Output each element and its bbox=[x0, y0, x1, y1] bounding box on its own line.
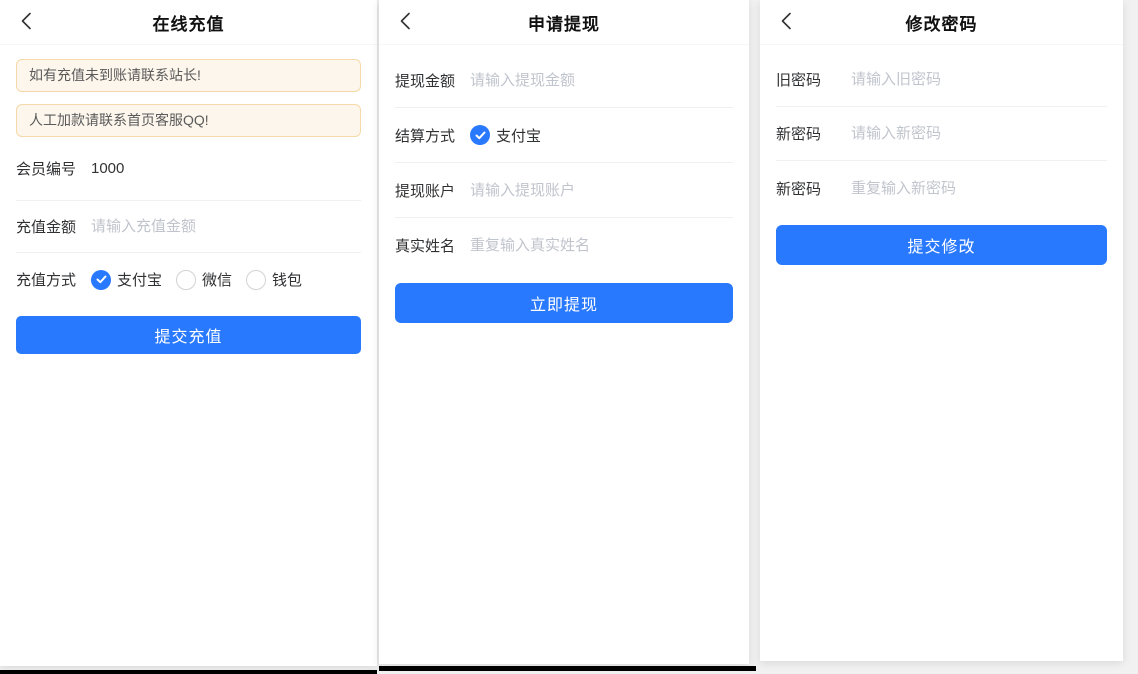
real-name-row: 真实姓名 bbox=[395, 218, 733, 273]
recharge-amount-row: 充值金额 bbox=[16, 201, 361, 253]
radio-alipay[interactable]: 支付宝 bbox=[470, 125, 541, 146]
old-password-input[interactable] bbox=[851, 68, 1107, 92]
notice-banner: 人工加款请联系首页客服QQ! bbox=[16, 104, 361, 137]
panel-recharge: 在线充值 如有充值未到账请联系站长! 人工加款请联系首页客服QQ! 会员编号 1… bbox=[0, 0, 377, 666]
page-title: 在线充值 bbox=[153, 10, 225, 35]
submit-withdraw-button[interactable]: 立即提现 bbox=[395, 283, 733, 323]
withdraw-form: 提现金额 结算方式 支付宝 提现账户 真 bbox=[379, 45, 749, 323]
radio-label: 支付宝 bbox=[117, 269, 162, 290]
navbar-withdraw: 申请提现 bbox=[379, 0, 749, 45]
submit-password-button[interactable]: 提交修改 bbox=[776, 225, 1107, 265]
withdraw-amount-label: 提现金额 bbox=[395, 70, 470, 91]
new-password-row: 新密码 bbox=[776, 107, 1107, 161]
recharge-form: 如有充值未到账请联系站长! 人工加款请联系首页客服QQ! 会员编号 1000 充… bbox=[0, 59, 377, 354]
recharge-method-options: 支付宝 微信 钱包 bbox=[91, 269, 302, 290]
radio-wallet[interactable]: 钱包 bbox=[246, 269, 302, 290]
old-password-label: 旧密码 bbox=[776, 69, 851, 90]
notice-banner: 如有充值未到账请联系站长! bbox=[16, 59, 361, 92]
submit-recharge-button[interactable]: 提交充值 bbox=[16, 316, 361, 354]
member-id-value: 1000 bbox=[91, 160, 124, 177]
old-password-row: 旧密码 bbox=[776, 53, 1107, 107]
real-name-label: 真实姓名 bbox=[395, 235, 470, 256]
recharge-amount-input[interactable] bbox=[91, 215, 361, 239]
back-button[interactable] bbox=[14, 0, 38, 44]
password-form: 旧密码 新密码 新密码 提交修改 bbox=[760, 45, 1123, 265]
navbar-recharge: 在线充值 bbox=[0, 0, 377, 45]
radio-label: 微信 bbox=[202, 269, 232, 290]
recharge-amount-label: 充值金额 bbox=[16, 216, 91, 237]
radio-unchecked-icon bbox=[246, 270, 266, 290]
screen-bottom-bar bbox=[0, 670, 377, 674]
chevron-left-icon bbox=[780, 11, 792, 34]
new-password-input[interactable] bbox=[851, 122, 1107, 146]
member-id-label: 会员编号 bbox=[16, 158, 91, 179]
real-name-input[interactable] bbox=[470, 234, 733, 258]
radio-unchecked-icon bbox=[176, 270, 196, 290]
confirm-password-row: 新密码 bbox=[776, 161, 1107, 215]
member-id-row: 会员编号 1000 bbox=[16, 137, 361, 201]
screen-bottom-bar bbox=[379, 666, 756, 671]
withdraw-amount-row: 提现金额 bbox=[395, 53, 733, 108]
navbar-password: 修改密码 bbox=[760, 0, 1123, 45]
radio-label: 钱包 bbox=[272, 269, 302, 290]
new-password-label: 新密码 bbox=[776, 123, 851, 144]
radio-label: 支付宝 bbox=[496, 125, 541, 146]
radio-checked-icon bbox=[91, 270, 111, 290]
page-title: 申请提现 bbox=[528, 10, 600, 35]
back-button[interactable] bbox=[393, 0, 417, 44]
panel-withdraw: 申请提现 提现金额 结算方式 支付宝 提现账户 bbox=[379, 0, 749, 664]
recharge-method-label: 充值方式 bbox=[16, 269, 91, 290]
withdraw-amount-input[interactable] bbox=[470, 68, 733, 92]
page-title: 修改密码 bbox=[906, 10, 978, 35]
page: 在线充值 如有充值未到账请联系站长! 人工加款请联系首页客服QQ! 会员编号 1… bbox=[0, 0, 1138, 674]
chevron-left-icon bbox=[399, 11, 411, 34]
radio-checked-icon bbox=[470, 125, 490, 145]
withdraw-account-row: 提现账户 bbox=[395, 163, 733, 218]
settle-method-label: 结算方式 bbox=[395, 125, 470, 146]
radio-wechat[interactable]: 微信 bbox=[176, 269, 232, 290]
chevron-left-icon bbox=[20, 11, 32, 34]
recharge-method-row: 充值方式 支付宝 微信 钱包 bbox=[16, 253, 361, 306]
confirm-password-input[interactable] bbox=[851, 176, 1107, 200]
radio-alipay[interactable]: 支付宝 bbox=[91, 269, 162, 290]
settle-method-options: 支付宝 bbox=[470, 125, 541, 146]
back-button[interactable] bbox=[774, 0, 798, 44]
withdraw-account-input[interactable] bbox=[470, 178, 733, 202]
panel-password: 修改密码 旧密码 新密码 新密码 提交修改 bbox=[760, 0, 1123, 661]
confirm-password-label: 新密码 bbox=[776, 178, 851, 199]
settle-method-row: 结算方式 支付宝 bbox=[395, 108, 733, 163]
withdraw-account-label: 提现账户 bbox=[395, 180, 470, 201]
